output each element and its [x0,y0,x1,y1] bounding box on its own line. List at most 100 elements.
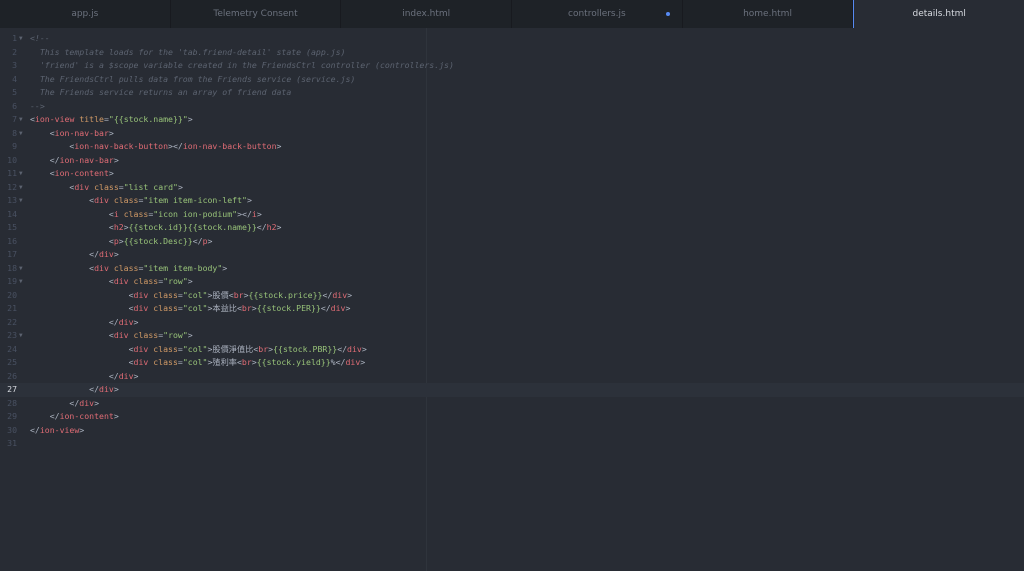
tab-index-html[interactable]: index.html [341,0,513,28]
code-line[interactable]: 3 'friend' is a $scope variable created … [0,59,1024,73]
code-token: div [99,249,114,259]
fold-arrow-icon[interactable]: ▼ [19,194,27,208]
code-text: <div class="col">本益比<br>{{stock.PER}}</d… [30,302,351,316]
code-line[interactable]: 2 This template loads for the 'tab.frien… [0,46,1024,60]
code-editor[interactable]: 1 ▼ <!-- 2 This template loads for the 'tab… [0,28,1024,571]
code-line[interactable]: 12 ▼ <div class="list card"> [0,181,1024,195]
code-line[interactable]: 13 ▼ <div class="item item-icon-left"> [0,194,1024,208]
code-line[interactable]: 5 The Friends service returns an array o… [0,86,1024,100]
line-number: 24 [7,343,17,354]
code-line[interactable]: 27 </div> [0,383,1024,397]
code-line[interactable]: 14 <i class="icon ion-podium"></i> [0,208,1024,222]
code-line[interactable]: 23 ▼ <div class="row"> [0,329,1024,343]
code-line[interactable]: 26 </div> [0,370,1024,384]
code-line[interactable]: 22 </div> [0,316,1024,330]
code-token: </ [337,343,348,354]
code-token: div [133,357,149,367]
code-line[interactable]: 29 </ion-content> [0,410,1024,424]
code-line[interactable]: 21 <div class="col">本益比<br>{{stock.PER}}… [0,302,1024,316]
code-token: The FriendsCtrl pulls data from the Frie… [30,73,356,84]
tab-details-html[interactable]: details.html [853,0,1024,28]
code-text: </ion-view> [30,424,84,438]
code-token: div [118,370,134,381]
code-token: div [79,397,95,408]
code-line[interactable]: 30 </ion-view> [0,424,1024,438]
code-token: >股價淨值比< [207,343,259,354]
code-line[interactable]: 1 ▼ <!-- [0,32,1024,46]
code-token: </ [30,397,80,408]
code-line[interactable]: 6 --> [0,100,1024,114]
fold-arrow-icon[interactable]: ▼ [19,113,27,127]
fold-arrow-icon[interactable]: ▼ [19,181,27,195]
code-text: <!-- [30,32,50,46]
code-token: br [233,289,244,300]
code-line[interactable]: 25 <div class="col">殖利率<br>{{stock.yield… [0,356,1024,370]
code-token: br [241,303,252,313]
tab-label: index.html [402,9,451,19]
code-token: > [79,424,85,435]
code-line[interactable]: 11 ▼ <ion-content> [0,167,1024,181]
fold-arrow-icon[interactable]: ▼ [19,262,27,276]
code-token: "col" [182,343,208,354]
code-token: div [332,289,348,300]
code-line[interactable]: 9 <ion-nav-back-button></ion-nav-back-bu… [0,140,1024,154]
code-token: div [133,303,149,313]
code-token: class [94,181,119,192]
code-text: <h2>{{stock.id}}{{stock.name}}</h2> [30,221,282,235]
code-line[interactable]: 18 ▼ <div class="item item-body"> [0,262,1024,276]
tab-controllers-js[interactable]: controllers.js [512,0,683,28]
line-number: 1 [12,33,17,43]
code-token: > [133,370,139,381]
code-line[interactable]: 19 ▼ <div class="row"> [0,275,1024,289]
code-token: "row" [163,276,188,286]
line-number: 5 [12,87,17,97]
code-token: > [276,141,282,151]
code-line[interactable]: 16 <p>{{stock.Desc}}</p> [0,235,1024,249]
code-line[interactable]: 24 <div class="col">股價淨值比<br>{{stock.PBR… [0,343,1024,357]
tab-home-html[interactable]: home.html [683,0,854,28]
code-line[interactable]: 15 <h2>{{stock.id}}{{stock.name}}</h2> [0,221,1024,235]
code-token: < [30,330,114,340]
tab-telemetry-consent[interactable]: Telemetry Consent [171,0,342,28]
fold-arrow-icon[interactable]: ▼ [19,275,27,289]
fold-arrow-icon[interactable]: ▼ [19,127,27,141]
code-token: {{stock.yield}} [256,357,331,367]
code-token: </ [30,316,119,327]
line-number: 16 [7,235,17,246]
code-line[interactable]: 31 [0,437,1024,451]
code-token: > [256,208,262,219]
code-line[interactable]: 17 </div> [0,248,1024,262]
code-token: br [258,343,269,354]
tab-app-js[interactable]: app.js [0,0,171,28]
code-token: > [360,357,366,367]
code-token: div [118,316,134,327]
code-token: > [187,330,193,340]
code-line[interactable]: 7 ▼ <ion-view title="{{stock.name}}"> [0,113,1024,127]
fold-arrow-icon[interactable]: ▼ [19,167,27,181]
code-token: < [30,127,55,138]
line-number: 19 [7,276,17,286]
code-line[interactable]: 4 The FriendsCtrl pulls data from the Fr… [0,73,1024,87]
tab-bar: app.js Telemetry Consent index.html cont… [0,0,1024,28]
code-token: div [94,262,109,273]
code-line[interactable]: 28 </div> [0,397,1024,411]
code-token: > [113,249,119,259]
code-token: {{stock.price}} [248,289,323,300]
fold-arrow-icon[interactable]: ▼ [19,32,27,46]
code-token: div [330,303,346,313]
code-token: > [113,154,119,165]
fold-arrow-icon[interactable]: ▼ [19,329,27,343]
code-token: div [345,357,361,367]
code-token: </ [30,384,100,394]
code-token: < [30,289,134,300]
code-line[interactable]: 20 <div class="col">股價<br>{{stock.price}… [0,289,1024,303]
code-line[interactable]: 10 </ion-nav-bar> [0,154,1024,168]
code-token: < [30,357,134,367]
code-token: > [113,384,119,394]
code-text: <ion-nav-back-button></ion-nav-back-butt… [30,140,281,154]
code-token: </ [320,303,331,313]
line-number: 20 [7,289,17,300]
code-line[interactable]: 8 ▼ <ion-nav-bar> [0,127,1024,141]
code-text: </ion-content> [30,410,119,424]
code-text: </div> [30,248,119,262]
